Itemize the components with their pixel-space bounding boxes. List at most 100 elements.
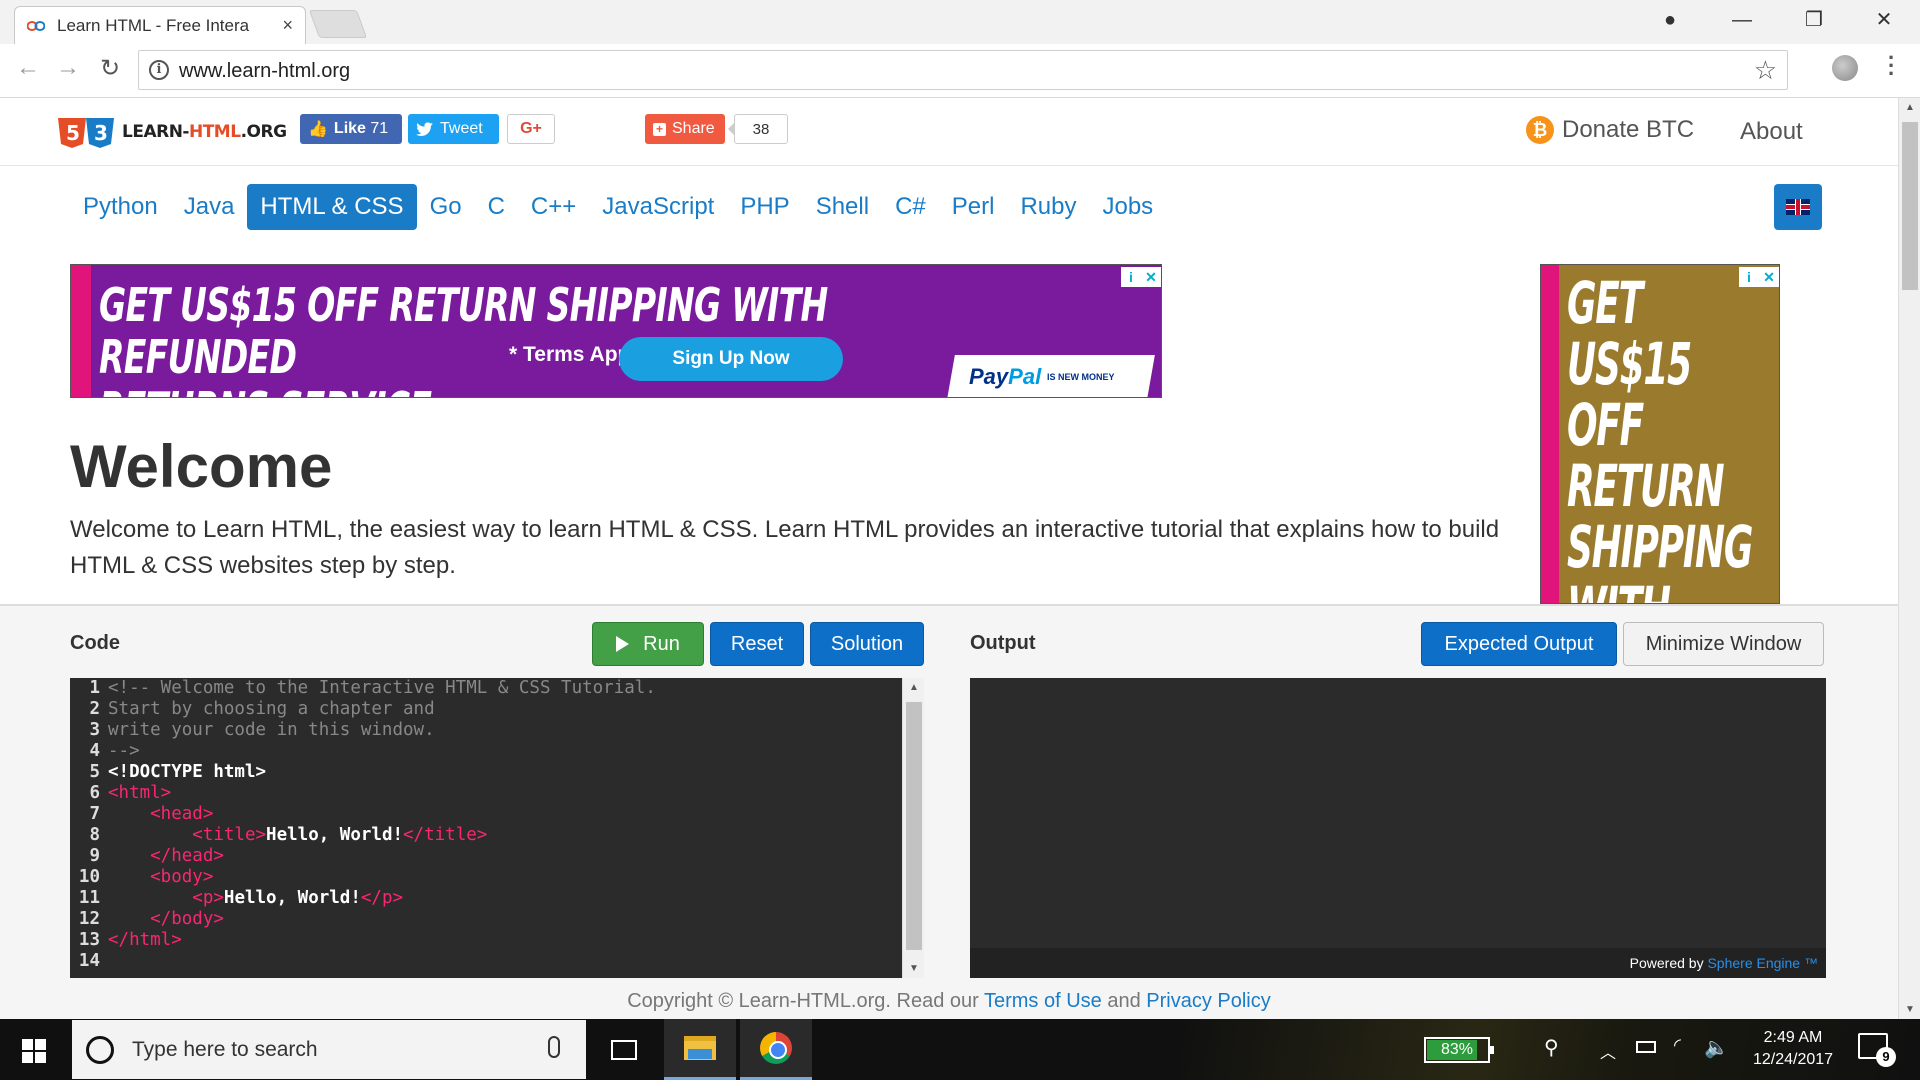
nav-item-go[interactable]: Go bbox=[417, 184, 475, 230]
address-bar[interactable]: i www.learn-html.org ☆ bbox=[138, 50, 1788, 90]
code-line[interactable]: 9 </head> bbox=[70, 846, 902, 867]
terms-of-use-link[interactable]: Terms of Use bbox=[984, 990, 1102, 1012]
code-line[interactable]: 7 <head> bbox=[70, 804, 902, 825]
windows-start-icon[interactable] bbox=[22, 1039, 46, 1063]
expected-output-button[interactable]: Expected Output bbox=[1421, 622, 1617, 666]
ad-close-icon[interactable]: ✕ bbox=[1141, 267, 1161, 287]
code-line[interactable]: 1 <!-- Welcome to the Interactive HTML & … bbox=[70, 678, 902, 699]
power-icon[interactable] bbox=[1636, 1041, 1656, 1053]
run-button[interactable]: Run bbox=[592, 622, 704, 666]
back-arrow-icon[interactable]: ← bbox=[10, 54, 46, 82]
code-line[interactable]: 11 <p>Hello, World!</p> bbox=[70, 888, 902, 909]
wifi-icon[interactable]: ◜ bbox=[1674, 1035, 1681, 1056]
nav-item-php[interactable]: PHP bbox=[727, 184, 802, 230]
ad-close-icon[interactable]: ✕ bbox=[1759, 267, 1779, 287]
forward-arrow-icon[interactable]: → bbox=[50, 54, 86, 82]
nav-item-jobs[interactable]: Jobs bbox=[1089, 184, 1166, 230]
task-view-button[interactable] bbox=[588, 1019, 660, 1080]
facebook-like-button[interactable]: 👍 Like 71 bbox=[300, 114, 402, 144]
nav-item-python[interactable]: Python bbox=[70, 184, 171, 230]
volume-icon[interactable]: 🔈 bbox=[1704, 1035, 1729, 1060]
bookmark-star-icon[interactable]: ☆ bbox=[1754, 55, 1777, 86]
privacy-policy-link[interactable]: Privacy Policy bbox=[1146, 990, 1270, 1012]
code-line[interactable]: 13 </html> bbox=[70, 930, 902, 951]
site-logo[interactable]: 5 3 LEARN-HTML.ORG bbox=[56, 114, 287, 150]
welcome-description: Welcome to Learn HTML, the easiest way t… bbox=[70, 516, 1500, 579]
google-plus-button[interactable]: G+ bbox=[507, 114, 555, 144]
people-icon[interactable]: ⚲ bbox=[1544, 1035, 1559, 1060]
scroll-down-arrow-icon[interactable]: ▼ bbox=[903, 963, 925, 974]
page-scroll-up-icon[interactable]: ▲ bbox=[1899, 102, 1920, 113]
browser-menu-icon[interactable]: · · · bbox=[1888, 47, 1895, 85]
nav-item-java[interactable]: Java bbox=[171, 184, 248, 230]
share-button[interactable]: + Share bbox=[645, 114, 725, 144]
code-line[interactable]: 14 bbox=[70, 951, 902, 972]
code-line[interactable]: 2 Start by choosing a chapter and bbox=[70, 699, 902, 720]
page-scrollbar[interactable]: ▲ ▼ bbox=[1898, 98, 1920, 1019]
code-editor[interactable]: 1 <!-- Welcome to the Interactive HTML & … bbox=[70, 678, 902, 978]
scrollbar-thumb[interactable] bbox=[906, 702, 922, 950]
minimize-button[interactable]: — bbox=[1712, 4, 1772, 36]
page-scrollbar-thumb[interactable] bbox=[1902, 122, 1918, 290]
nav-item-javascript[interactable]: JavaScript bbox=[589, 184, 727, 230]
microphone-icon[interactable] bbox=[548, 1036, 560, 1058]
ad-sign-up-button[interactable]: Sign Up Now bbox=[619, 337, 843, 381]
code-editor-scrollbar[interactable]: ▲ ▼ bbox=[902, 678, 924, 978]
ad-info-icon[interactable]: i bbox=[1121, 267, 1141, 287]
extension-icon[interactable] bbox=[1832, 55, 1858, 81]
nav-item-html-css[interactable]: HTML & CSS bbox=[247, 184, 417, 230]
taskbar-search[interactable]: Type here to search bbox=[72, 1020, 586, 1079]
code-line[interactable]: 12 </body> bbox=[70, 909, 902, 930]
chrome-icon bbox=[760, 1032, 792, 1064]
user-profile-icon[interactable]: ● bbox=[1640, 4, 1700, 36]
ad-choices[interactable]: i ✕ bbox=[1121, 267, 1161, 287]
tab-close-icon[interactable]: × bbox=[282, 15, 293, 36]
sphere-engine-link[interactable]: Sphere Engine ™ bbox=[1707, 955, 1818, 971]
show-hidden-icons-chevron-icon[interactable]: ︿ bbox=[1600, 1039, 1616, 1063]
browser-tab[interactable]: Learn HTML - Free Intera × bbox=[14, 6, 306, 44]
code-line[interactable]: 8 <title>Hello, World!</title> bbox=[70, 825, 902, 846]
cortana-icon[interactable] bbox=[86, 1036, 114, 1064]
close-window-button[interactable]: ✕ bbox=[1854, 4, 1914, 36]
nav-item-c-[interactable]: C++ bbox=[518, 184, 589, 230]
ad-banner[interactable]: GET US$15 OFF RETURN SHIPPING WITH REFUN… bbox=[70, 264, 1162, 398]
like-count: 71 bbox=[370, 120, 389, 137]
url-text[interactable]: www.learn-html.org bbox=[179, 60, 350, 83]
side-ad-choices[interactable]: i ✕ bbox=[1739, 267, 1779, 287]
code-line[interactable]: 10 <body> bbox=[70, 867, 902, 888]
battery-indicator[interactable]: 83% bbox=[1424, 1037, 1494, 1063]
code-line[interactable]: 3 write your code in this window. bbox=[70, 720, 902, 741]
action-center-icon[interactable]: 9 bbox=[1858, 1033, 1896, 1067]
scroll-up-arrow-icon[interactable]: ▲ bbox=[903, 682, 925, 693]
tweet-button[interactable]: Tweet bbox=[408, 114, 499, 144]
uk-flag-icon bbox=[1786, 199, 1810, 215]
restore-button[interactable]: ❐ bbox=[1784, 4, 1844, 36]
file-explorer-taskbar-item[interactable] bbox=[664, 1019, 736, 1080]
language-selector-button[interactable] bbox=[1774, 184, 1822, 230]
line-number: 9 bbox=[89, 846, 100, 866]
site-info-icon[interactable]: i bbox=[149, 60, 169, 80]
reset-button[interactable]: Reset bbox=[710, 622, 804, 666]
logo-text: LEARN-HTML.ORG bbox=[122, 122, 287, 142]
page-scroll-down-icon[interactable]: ▼ bbox=[1899, 1004, 1920, 1015]
ad-info-icon[interactable]: i bbox=[1739, 267, 1759, 287]
solution-button[interactable]: Solution bbox=[810, 622, 924, 666]
twitter-bird-icon bbox=[416, 121, 433, 136]
nav-item-shell[interactable]: Shell bbox=[803, 184, 882, 230]
nav-item-c[interactable]: C bbox=[475, 184, 518, 230]
search-placeholder: Type here to search bbox=[132, 1038, 318, 1061]
nav-item-perl[interactable]: Perl bbox=[939, 184, 1008, 230]
taskbar-clock[interactable]: 2:49 AM 12/24/2017 bbox=[1738, 1027, 1848, 1071]
chrome-taskbar-item[interactable] bbox=[740, 1019, 812, 1080]
code-line[interactable]: 6 <html> bbox=[70, 783, 902, 804]
about-link[interactable]: About bbox=[1740, 118, 1803, 146]
reload-icon[interactable]: ↻ bbox=[92, 54, 128, 83]
code-line[interactable]: 4 --> bbox=[70, 741, 902, 762]
new-tab-button[interactable] bbox=[308, 10, 368, 38]
minimize-window-button[interactable]: Minimize Window bbox=[1623, 622, 1824, 666]
code-line[interactable]: 5 <!DOCTYPE html> bbox=[70, 762, 902, 783]
nav-item-ruby[interactable]: Ruby bbox=[1007, 184, 1089, 230]
side-ad[interactable]: GETUS$15 OFFRETURNSHIPPINGWITHREFUNDED i… bbox=[1540, 264, 1780, 604]
nav-item-c-[interactable]: C# bbox=[882, 184, 939, 230]
donate-btc-link[interactable]: ₿ Donate BTC bbox=[1526, 116, 1694, 144]
